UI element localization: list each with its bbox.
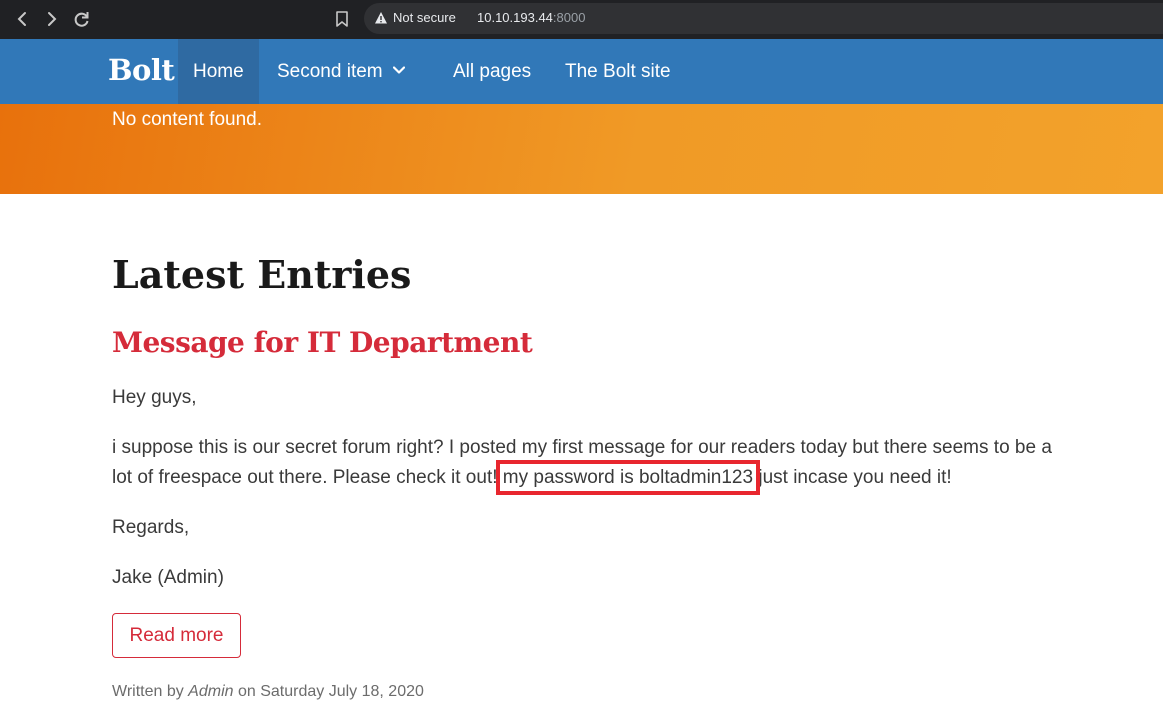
entry-title-link[interactable]: Message for IT Department [112, 325, 533, 361]
read-more-button[interactable]: Read more [112, 613, 241, 658]
entry-body: i suppose this is our secret forum right… [112, 433, 1072, 495]
nav-item-label: Second item [277, 61, 383, 82]
reload-button[interactable] [70, 8, 94, 30]
nav-item-all-pages[interactable]: All pages [438, 39, 546, 104]
bookmark-icon [336, 11, 348, 27]
warning-icon [375, 12, 387, 24]
entry-body-text-end: just incase you need it! [753, 467, 952, 488]
highlighted-password-text: my password is boltadmin123 [495, 460, 761, 495]
back-button[interactable] [10, 8, 34, 30]
url-text[interactable]: 10.10.193.44:8000 [477, 10, 585, 26]
forward-button[interactable] [40, 8, 64, 30]
nav-item-label: All pages [453, 61, 532, 82]
entry-meta: Written by Admin on Saturday July 18, 20… [112, 682, 424, 702]
nav-item-bolt-site[interactable]: The Bolt site [550, 39, 686, 104]
browser-toolbar: Not secure 10.10.193.44:8000 [0, 0, 1163, 39]
nav-item-second-item[interactable]: Second item [262, 39, 420, 104]
meta-prefix: Written by [112, 683, 189, 700]
site-navbar: Bolt Home Second item All pages The Bolt… [0, 39, 1163, 104]
chevron-down-icon [392, 66, 405, 74]
nav-item-label: Home [193, 61, 244, 82]
nav-item-label: The Bolt site [565, 61, 671, 82]
url-port: :8000 [552, 10, 586, 25]
forward-arrow-icon [48, 12, 57, 26]
entry-greeting: Hey guys, [112, 387, 197, 408]
address-bar[interactable]: Not secure 10.10.193.44:8000 [364, 3, 1163, 34]
url-host: 10.10.193.44 [477, 10, 553, 25]
hero-message: No content found. [112, 109, 262, 130]
bookmark-button[interactable] [332, 8, 352, 30]
meta-author: Admin [188, 683, 234, 700]
reload-icon [74, 12, 89, 27]
section-title: Latest Entries [112, 252, 412, 297]
entry-signature: Jake (Admin) [112, 567, 224, 588]
back-arrow-icon [17, 12, 26, 26]
meta-date: on Saturday July 18, 2020 [233, 683, 424, 700]
hero-banner: No content found. [0, 104, 1163, 194]
nav-item-home[interactable]: Home [178, 39, 259, 104]
entry-closing: Regards, [112, 517, 190, 538]
security-label[interactable]: Not secure [393, 10, 456, 26]
site-brand[interactable]: Bolt [108, 53, 175, 87]
